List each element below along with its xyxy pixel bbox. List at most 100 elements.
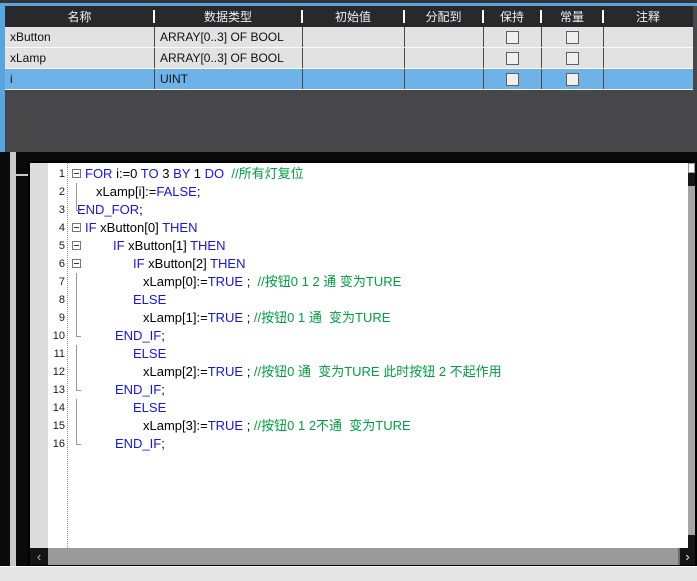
fold-collapse-icon[interactable]: [72, 223, 81, 232]
code-line[interactable]: 9xLamp[1]:=TRUE ; //按钮0 1 通 变为TURE: [30, 309, 687, 327]
structure-connector-line: [16, 174, 28, 176]
code-line[interactable]: 4IF xButton[0] THEN: [30, 219, 687, 237]
code-line-body[interactable]: xLamp[3]:=TRUE ; //按钮0 1 2不通 变为TURE: [72, 417, 687, 435]
code-segment-pl: ;: [161, 436, 165, 451]
horizontal-scrollbar[interactable]: ‹ ›: [30, 548, 695, 565]
code-line[interactable]: 8ELSE: [30, 291, 687, 309]
name-cell: xButton: [5, 27, 154, 47]
code-line[interactable]: 11 ELSE: [30, 345, 687, 363]
column-header-4[interactable]: 分配到: [404, 6, 483, 27]
fold-indent-guide: [72, 417, 82, 435]
code-line[interactable]: 7xLamp[0]:=TRUE ; //按钮0 1 2 通 变为TURE: [30, 273, 687, 291]
type-cell: UINT: [154, 69, 302, 89]
structure-margin-strip: [10, 152, 16, 567]
code-segment-pl: xLamp[1]:=: [143, 310, 208, 325]
code-segment-kw: IF: [85, 220, 97, 235]
constant-checkbox[interactable]: [566, 31, 579, 44]
vertical-scrollbar-track[interactable]: [688, 186, 695, 535]
retain-checkbox[interactable]: [506, 52, 519, 65]
column-header-2[interactable]: 数据类型: [154, 6, 302, 27]
code-segment-kw: ELSE: [133, 346, 166, 361]
code-text: END_FOR;: [77, 202, 143, 217]
code-line[interactable]: 14ELSE: [30, 399, 687, 417]
retain-cell: [483, 69, 541, 89]
constant-checkbox[interactable]: [566, 73, 579, 86]
code-segment-kw: END_FOR: [77, 202, 139, 217]
code-segment-kw: THEN: [162, 220, 197, 235]
type-cell: ARRAY[0..3] OF BOOL: [154, 48, 302, 68]
code-segment-kw: BY: [173, 166, 190, 181]
code-line-body[interactable]: IF xButton[2] THEN: [72, 255, 687, 273]
code-line-body[interactable]: IF xButton[1] THEN: [72, 237, 687, 255]
column-header-5[interactable]: 保持: [483, 6, 541, 27]
code-line-body[interactable]: xLamp[2]:=TRUE ; //按钮0 通 变为TURE 此时按钮 2 不…: [72, 363, 687, 381]
code-line-body[interactable]: xLamp[1]:=TRUE ; //按钮0 1 通 变为TURE: [72, 309, 687, 327]
header-column-separator: [540, 10, 542, 23]
code-text: xLamp[0]:=TRUE ; //按钮0 1 2 通 变为TURE: [143, 274, 401, 289]
code-line-body[interactable]: xLamp[i]:=FALSE;: [72, 183, 687, 201]
code-segment-kw: DO: [205, 166, 225, 181]
vertical-scrollbar-thumb[interactable]: [688, 173, 695, 186]
st-code-editor[interactable]: 1FOR i:=0 TO 3 BY 1 DO //所有灯复位2xLamp[i]:…: [28, 161, 697, 567]
code-line[interactable]: 6IF xButton[2] THEN: [30, 255, 687, 273]
fold-collapse-icon[interactable]: [72, 169, 81, 178]
code-text: xLamp[i]:=FALSE;: [96, 184, 200, 199]
variable-row[interactable]: xLampARRAY[0..3] OF BOOL: [5, 48, 693, 69]
line-number: 4: [30, 219, 68, 237]
scroll-down-button[interactable]: [688, 535, 695, 548]
code-text: ELSE: [133, 346, 166, 361]
code-segment-kw: TO: [141, 166, 159, 181]
constant-checkbox[interactable]: [566, 52, 579, 65]
code-line-body[interactable]: ELSE: [72, 291, 687, 309]
code-line[interactable]: 2xLamp[i]:=FALSE;: [30, 183, 687, 201]
column-header-3[interactable]: 初始值: [302, 6, 404, 27]
scrollbar-split-handle[interactable]: [688, 163, 695, 173]
code-segment-kw: TRUE: [208, 310, 243, 325]
code-line-body[interactable]: FOR i:=0 TO 3 BY 1 DO //所有灯复位: [72, 165, 687, 183]
name-cell-text: i: [10, 72, 13, 86]
code-line-body[interactable]: IF xButton[0] THEN: [72, 219, 687, 237]
code-line-body[interactable]: END_FOR;: [72, 201, 687, 219]
fold-collapse-icon[interactable]: [72, 241, 81, 250]
retain-checkbox[interactable]: [506, 31, 519, 44]
column-header-label: 名称: [67, 8, 91, 25]
scroll-left-button[interactable]: ‹: [30, 548, 48, 565]
code-line[interactable]: 12xLamp[2]:=TRUE ; //按钮0 通 变为TURE 此时按钮 2…: [30, 363, 687, 381]
code-segment-kw: ELSE: [133, 400, 166, 415]
code-line-body[interactable]: END_IF;: [72, 381, 687, 399]
fold-collapse-icon[interactable]: [72, 259, 81, 268]
code-text: END_IF;: [115, 328, 165, 343]
variable-row[interactable]: xButton ARRAY[0..3] OF BOOL: [5, 27, 693, 48]
constant-cell: [541, 48, 603, 68]
vertical-scrollbar[interactable]: [688, 163, 695, 548]
code-line-body[interactable]: xLamp[0]:=TRUE ; //按钮0 1 2 通 变为TURE: [72, 273, 687, 291]
code-line[interactable]: 13END_IF;: [30, 381, 687, 399]
line-number: 10: [30, 327, 68, 345]
code-line[interactable]: 1FOR i:=0 TO 3 BY 1 DO //所有灯复位: [30, 165, 687, 183]
line-number: 11: [30, 345, 68, 363]
code-line-body[interactable]: ELSE: [72, 345, 687, 363]
code-line-body[interactable]: END_IF;: [72, 435, 687, 453]
retain-checkbox[interactable]: [506, 73, 519, 86]
code-line[interactable]: 15xLamp[3]:=TRUE ; //按钮0 1 2不通 变为TURE: [30, 417, 687, 435]
code-lines[interactable]: 1FOR i:=0 TO 3 BY 1 DO //所有灯复位2xLamp[i]:…: [30, 165, 687, 453]
code-line[interactable]: 10 END_IF;: [30, 327, 687, 345]
code-line[interactable]: 3END_FOR;: [30, 201, 687, 219]
column-header-7[interactable]: 注释: [603, 6, 693, 27]
scroll-right-button[interactable]: ›: [680, 548, 695, 565]
comment-cell: [603, 69, 693, 89]
code-line-body[interactable]: ELSE: [72, 399, 687, 417]
code-line[interactable]: 5IF xButton[1] THEN: [30, 237, 687, 255]
column-header-1[interactable]: 名称: [5, 6, 154, 27]
code-line-body[interactable]: END_IF;: [72, 327, 687, 345]
code-text: IF xButton[1] THEN: [113, 238, 225, 253]
horizontal-scrollbar-thumb[interactable]: [48, 548, 678, 565]
fold-end-guide: [72, 381, 82, 399]
variable-row[interactable]: i UINT: [5, 69, 693, 90]
constant-cell: [541, 69, 603, 89]
code-line[interactable]: 16END_IF;: [30, 435, 687, 453]
column-header-6[interactable]: 常量: [541, 6, 603, 27]
window-bottom-strip: [0, 566, 697, 581]
type-cell-text: ARRAY[0..3] OF BOOL: [160, 30, 284, 44]
constant-cell: [541, 27, 603, 47]
